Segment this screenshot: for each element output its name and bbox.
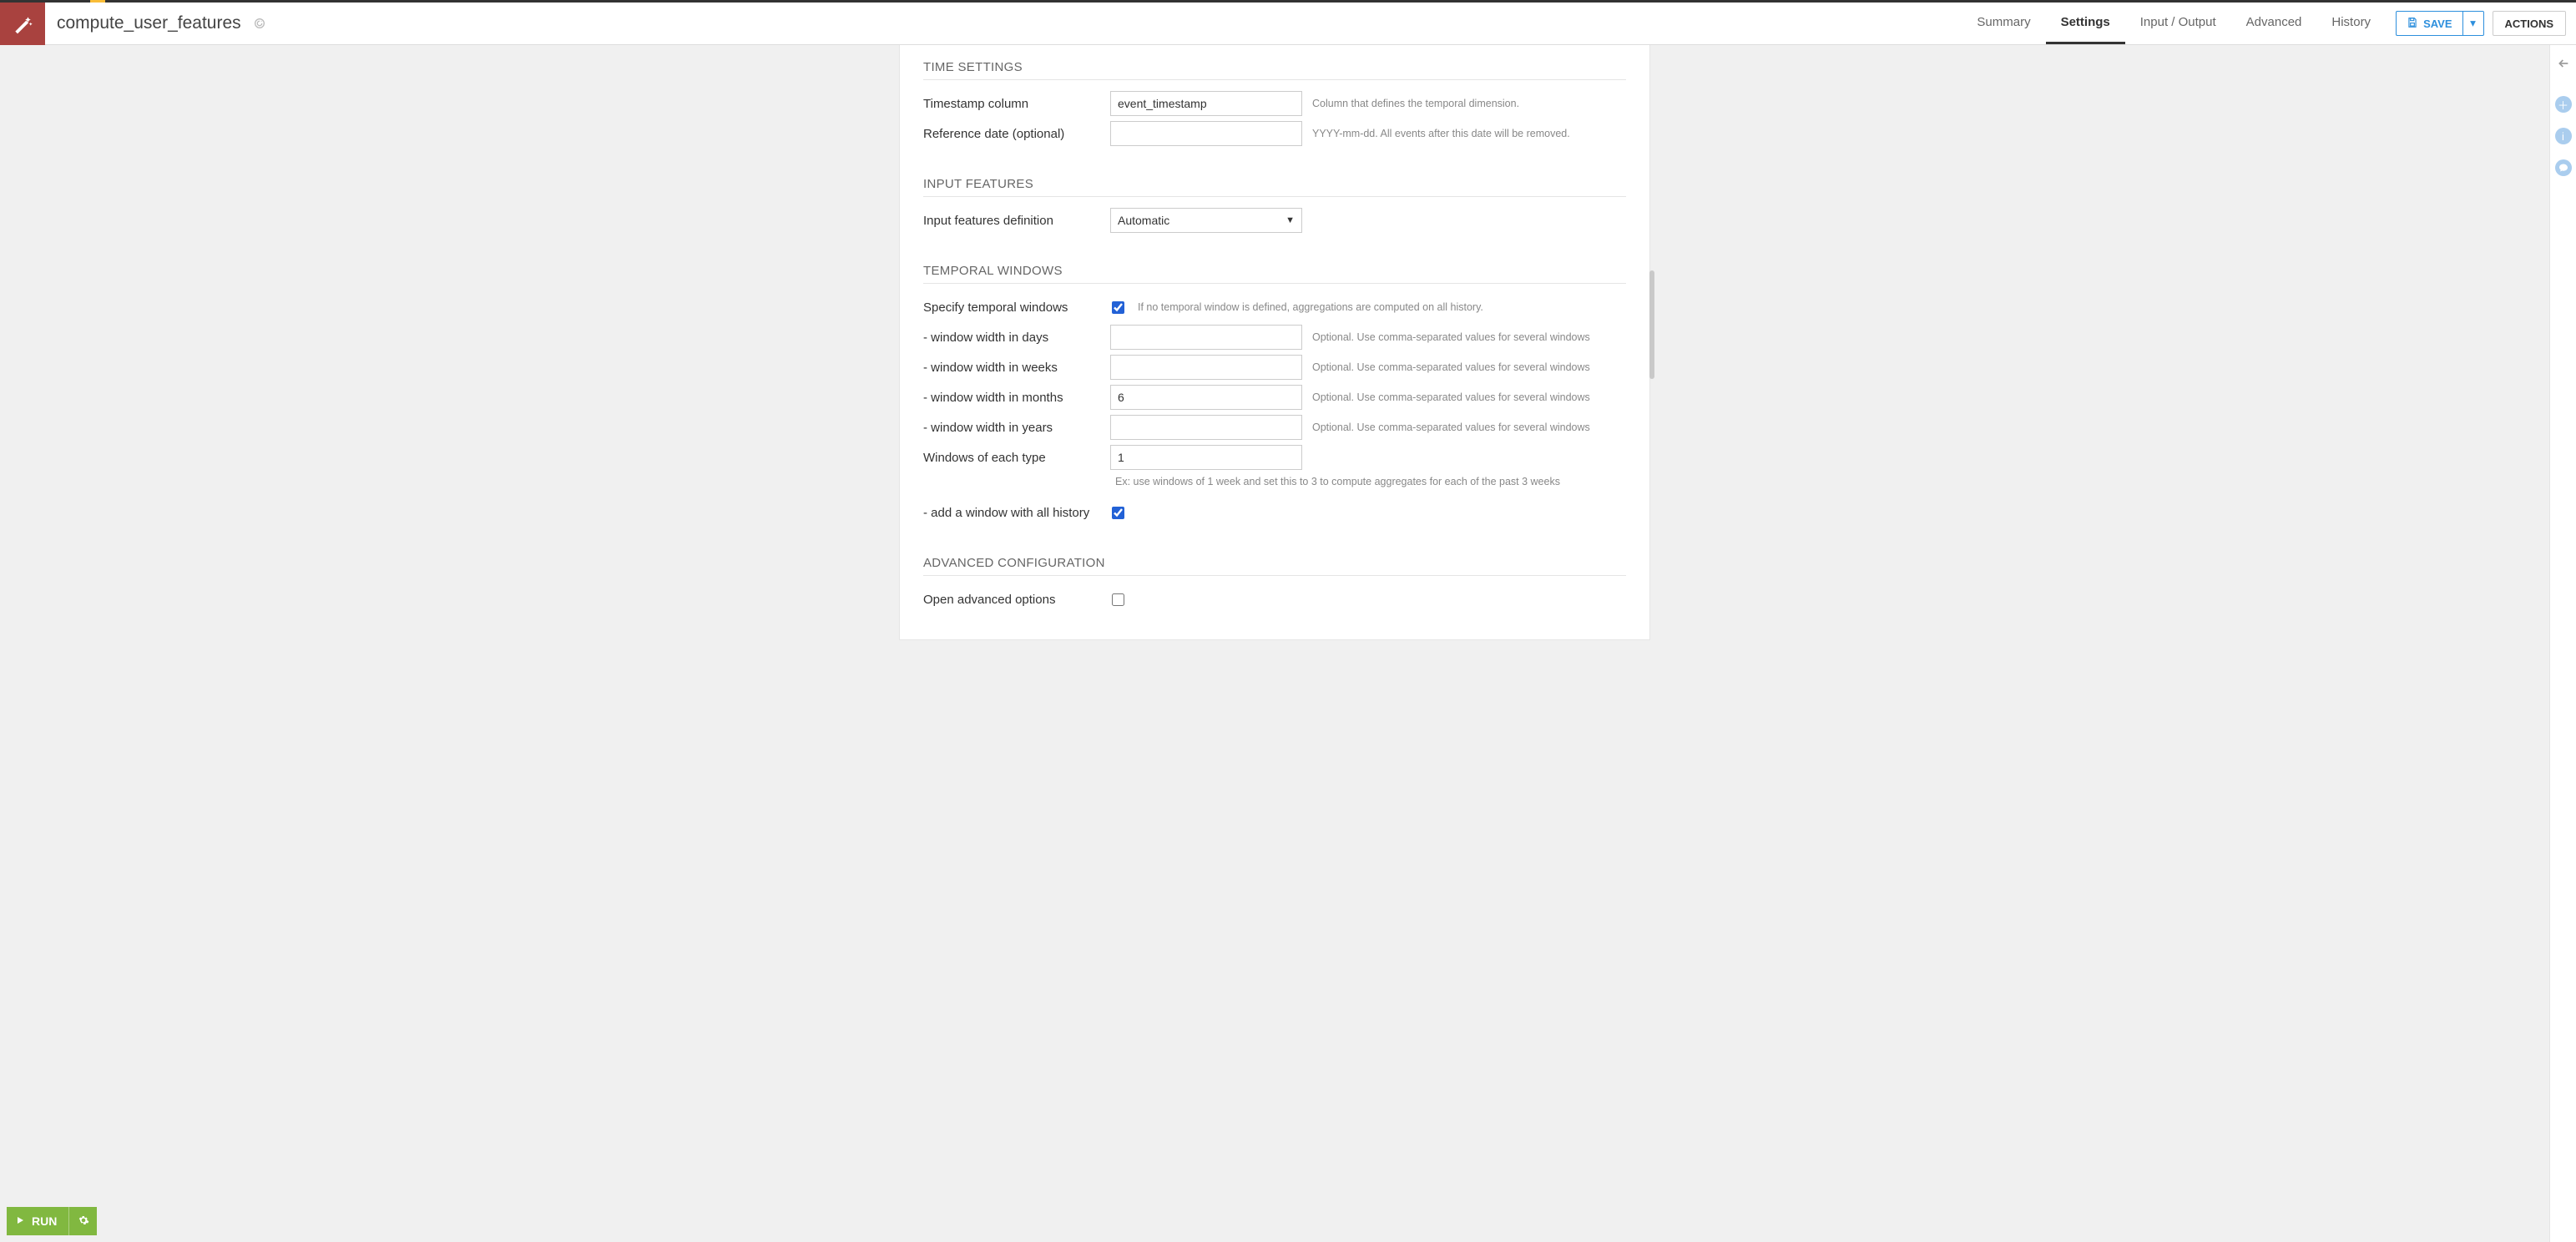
checkbox-add-all-history[interactable] xyxy=(1112,507,1124,519)
help-specify-windows: If no temporal window is defined, aggreg… xyxy=(1138,301,1626,313)
run-button[interactable]: RUN xyxy=(7,1207,68,1235)
tab-summary[interactable]: Summary xyxy=(1962,3,2045,44)
recipe-wand-icon[interactable] xyxy=(0,3,45,45)
section-time-settings: TIME SETTINGS Timestamp column Column th… xyxy=(900,53,1649,149)
actions-button[interactable]: ACTIONS xyxy=(2493,11,2567,36)
label-add-all-history: - add a window with all history xyxy=(923,506,1110,520)
input-window-years[interactable] xyxy=(1110,415,1302,440)
input-window-months[interactable] xyxy=(1110,385,1302,410)
collapse-rail-icon[interactable] xyxy=(2557,52,2570,86)
label-open-advanced: Open advanced options xyxy=(923,593,1110,607)
label-window-years: - window width in years xyxy=(923,421,1110,435)
help-window-months: Optional. Use comma-separated values for… xyxy=(1312,391,1626,403)
select-value: Automatic xyxy=(1118,214,1169,227)
tab-advanced[interactable]: Advanced xyxy=(2231,3,2317,44)
select-input-features-def[interactable]: Automatic ▼ xyxy=(1110,208,1302,233)
help-window-years: Optional. Use comma-separated values for… xyxy=(1312,422,1626,433)
chat-icon[interactable] xyxy=(2555,159,2572,176)
add-icon[interactable]: ＋ xyxy=(2555,96,2572,113)
section-title-temporal: TEMPORAL WINDOWS xyxy=(923,257,1626,284)
input-window-days[interactable] xyxy=(1110,325,1302,350)
input-reference-date[interactable] xyxy=(1110,121,1302,146)
save-button[interactable]: SAVE xyxy=(2396,11,2462,36)
label-windows-each-type: Windows of each type xyxy=(923,451,1110,465)
help-reference-date: YYYY-mm-dd. All events after this date w… xyxy=(1312,128,1626,139)
help-timestamp: Column that defines the temporal dimensi… xyxy=(1312,98,1626,109)
help-window-weeks: Optional. Use comma-separated values for… xyxy=(1312,361,1626,373)
section-temporal-windows: TEMPORAL WINDOWS Specify temporal window… xyxy=(900,257,1649,528)
run-label: RUN xyxy=(32,1214,57,1228)
input-window-weeks[interactable] xyxy=(1110,355,1302,380)
label-window-months: - window width in months xyxy=(923,391,1110,405)
section-advanced-config: ADVANCED CONFIGURATION Open advanced opt… xyxy=(900,549,1649,614)
settings-panel: TIME SETTINGS Timestamp column Column th… xyxy=(899,45,1650,640)
page-title: compute_user_features xyxy=(45,3,278,44)
play-icon xyxy=(15,1214,25,1228)
run-options-button[interactable] xyxy=(68,1207,97,1235)
label-timestamp-column: Timestamp column xyxy=(923,97,1110,111)
checkbox-open-advanced[interactable] xyxy=(1112,593,1124,606)
save-icon xyxy=(2407,17,2418,31)
caret-down-icon: ▼ xyxy=(1285,215,1295,225)
section-title-input-features: INPUT FEATURES xyxy=(923,170,1626,197)
top-stripe xyxy=(0,0,2576,3)
recipe-name: compute_user_features xyxy=(57,13,241,33)
gear-icon xyxy=(78,1214,89,1229)
label-reference-date: Reference date (optional) xyxy=(923,127,1110,141)
section-input-features: INPUT FEATURES Input features definition… xyxy=(900,170,1649,235)
tab-history[interactable]: History xyxy=(2316,3,2386,44)
content-scroll[interactable]: TIME SETTINGS Timestamp column Column th… xyxy=(0,45,2549,1242)
tab-input-output[interactable]: Input / Output xyxy=(2125,3,2231,44)
label-window-weeks: - window width in weeks xyxy=(923,361,1110,375)
run-bar: RUN xyxy=(7,1207,97,1235)
save-label: SAVE xyxy=(2423,18,2452,30)
input-timestamp-column[interactable] xyxy=(1110,91,1302,116)
help-window-days: Optional. Use comma-separated values for… xyxy=(1312,331,1626,343)
label-window-days: - window width in days xyxy=(923,331,1110,345)
input-windows-each-type[interactable] xyxy=(1110,445,1302,470)
right-rail: ＋ i xyxy=(2549,45,2576,1242)
info-icon[interactable]: i xyxy=(2555,128,2572,144)
tab-settings[interactable]: Settings xyxy=(2046,3,2125,44)
label-input-features-def: Input features definition xyxy=(923,214,1110,228)
section-title-time: TIME SETTINGS xyxy=(923,53,1626,80)
panel-scrollbar[interactable] xyxy=(1649,270,1654,379)
header-tabs: Summary Settings Input / Output Advanced… xyxy=(1962,3,2386,44)
save-dropdown-button[interactable]: ▾ xyxy=(2462,11,2484,36)
section-title-advanced: ADVANCED CONFIGURATION xyxy=(923,549,1626,576)
label-specify-windows: Specify temporal windows xyxy=(923,300,1110,315)
help-windows-each-type: Ex: use windows of 1 week and set this t… xyxy=(1110,472,1626,489)
header-actions: SAVE ▾ ACTIONS xyxy=(2386,3,2576,44)
refresh-icon[interactable] xyxy=(253,17,266,30)
page-header: compute_user_features Summary Settings I… xyxy=(0,3,2576,45)
caret-down-icon: ▾ xyxy=(2470,17,2476,30)
checkbox-specify-windows[interactable] xyxy=(1112,301,1124,314)
